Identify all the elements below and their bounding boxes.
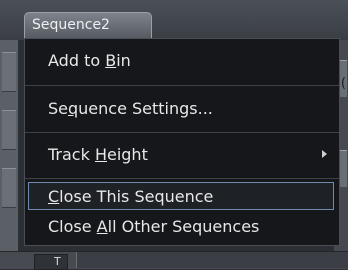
menu-item-track-height[interactable]: Track Height — [25, 137, 339, 173]
sequence-tab-label: Sequence2 — [32, 17, 110, 33]
menu-item-label: Close All Other Sequences — [48, 217, 260, 236]
menu-separator — [25, 132, 339, 133]
context-menu: Add to Bin Sequence Settings... Track He… — [24, 38, 340, 246]
menu-item-label: Sequence Settings... — [48, 99, 213, 118]
menu-item-label: Close This Sequence — [48, 187, 214, 206]
submenu-arrow-icon — [322, 150, 327, 158]
menu-separator — [25, 85, 339, 86]
left-panel-strip — [0, 40, 18, 268]
bottom-toolbar-area — [76, 252, 348, 268]
left-strip-slot — [2, 168, 16, 208]
text-tool-icon: T — [54, 255, 61, 268]
menu-item-label: Add to Bin — [48, 51, 131, 70]
left-strip-slot — [2, 110, 16, 150]
menu-item-add-to-bin[interactable]: Add to Bin — [25, 45, 339, 79]
menu-item-close-this-sequence[interactable]: Close This Sequence — [28, 182, 334, 210]
left-strip-slot — [2, 52, 16, 92]
menu-item-sequence-settings[interactable]: Sequence Settings... — [25, 95, 339, 129]
menu-item-label: Track Height — [48, 145, 148, 164]
menu-item-close-all-other-sequences[interactable]: Close All Other Sequences — [25, 213, 339, 241]
menu-separator — [25, 178, 339, 179]
sequence-tab[interactable]: Sequence2 — [24, 12, 152, 39]
